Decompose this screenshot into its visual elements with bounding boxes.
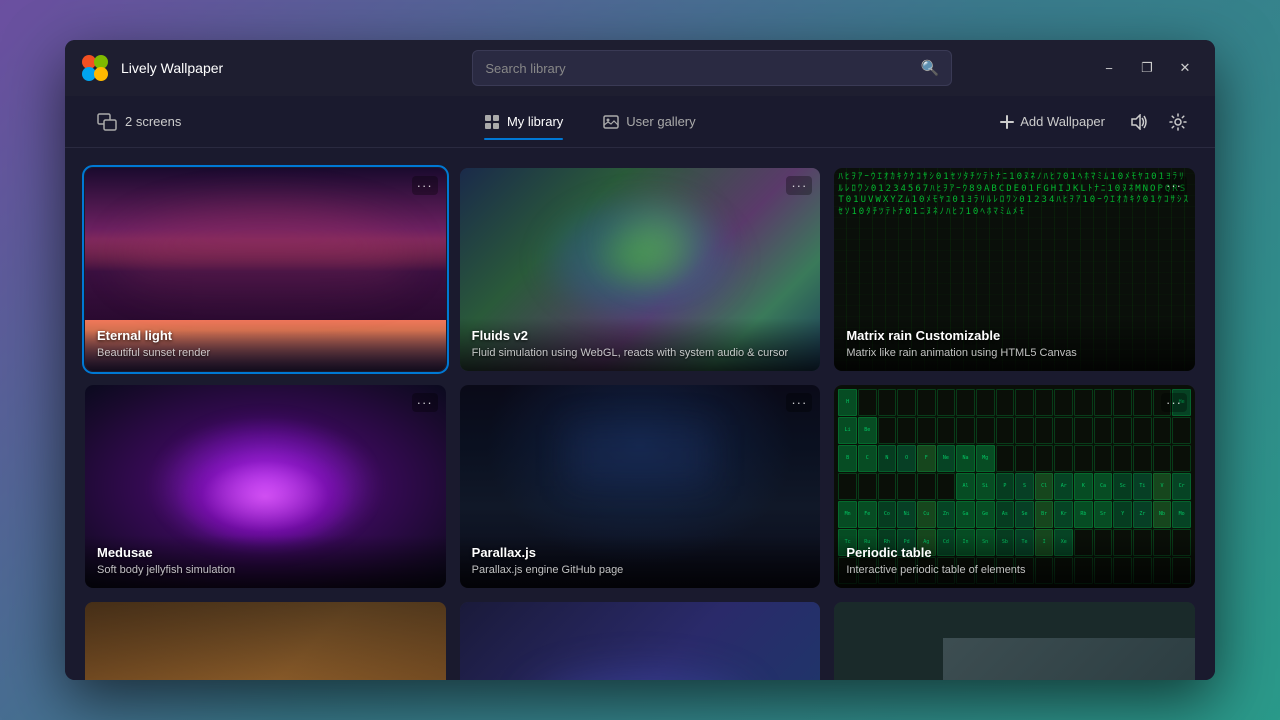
card-info-eternal-light: Eternal light Beautiful sunset render bbox=[85, 318, 446, 371]
card-info-fluids: Fluids v2 Fluid simulation using WebGL, … bbox=[460, 318, 821, 371]
card-title-parallax: Parallax.js bbox=[472, 545, 809, 560]
screens-icon bbox=[97, 113, 117, 131]
app-logo bbox=[81, 54, 109, 82]
search-bar[interactable]: 🔍 bbox=[472, 50, 952, 86]
wallpaper-card-matrix[interactable]: ﾊﾋｦｱｰｳｴｵｶｷｸｹｺｻｼ01ｾｿﾀﾁﾂﾃﾄﾅﾆ10ﾇﾈﾉﾊﾋﾌ01ﾍﾎﾏﾐ… bbox=[834, 168, 1195, 371]
card-desc-periodic: Interactive periodic table of elements bbox=[846, 563, 1183, 578]
wallpaper-card-medusae[interactable]: Medusae Soft body jellyfish simulation ·… bbox=[85, 385, 446, 588]
audio-icon bbox=[1131, 114, 1149, 130]
main-window: Lively Wallpaper 🔍 − ❐ ✕ 2 screens bbox=[65, 40, 1215, 680]
toolbar: 2 screens My library User gallery bbox=[65, 96, 1215, 148]
card-desc-parallax: Parallax.js engine GitHub page bbox=[472, 563, 809, 578]
wallpaper-card-fluids[interactable]: Fluids v2 Fluid simulation using WebGL, … bbox=[460, 168, 821, 371]
wallpaper-card-bottom1[interactable] bbox=[85, 602, 446, 680]
card-info-medusae: Medusae Soft body jellyfish simulation bbox=[85, 535, 446, 588]
wallpaper-card-bottom3[interactable] bbox=[834, 602, 1195, 680]
card-title-matrix: Matrix rain Customizable bbox=[846, 328, 1183, 343]
my-library-icon bbox=[484, 114, 500, 130]
toolbar-actions: Add Wallpaper bbox=[986, 105, 1195, 139]
wallpaper-card-eternal-light[interactable]: Eternal light Beautiful sunset render ··… bbox=[85, 168, 446, 371]
title-bar: Lively Wallpaper 🔍 − ❐ ✕ bbox=[65, 40, 1215, 96]
card-menu-parallax[interactable]: ··· bbox=[786, 393, 812, 412]
tab-my-library[interactable]: My library bbox=[466, 106, 581, 138]
card-info-parallax: Parallax.js Parallax.js engine GitHub pa… bbox=[460, 535, 821, 588]
wallpaper-grid: Eternal light Beautiful sunset render ··… bbox=[85, 168, 1195, 680]
card-info-periodic: Periodic table Interactive periodic tabl… bbox=[834, 535, 1195, 588]
card-title-eternal-light: Eternal light bbox=[97, 328, 434, 343]
add-wallpaper-button[interactable]: Add Wallpaper bbox=[986, 107, 1119, 136]
card-menu-eternal-light[interactable]: ··· bbox=[412, 176, 438, 195]
card-menu-periodic[interactable]: ··· bbox=[1161, 393, 1187, 412]
card-bg-bottom2 bbox=[460, 602, 821, 680]
screens-label: 2 screens bbox=[125, 114, 181, 129]
card-desc-fluids: Fluid simulation using WebGL, reacts wit… bbox=[472, 346, 809, 361]
window-controls: − ❐ ✕ bbox=[1095, 54, 1199, 82]
maximize-button[interactable]: ❐ bbox=[1133, 54, 1161, 82]
app-title: Lively Wallpaper bbox=[121, 60, 223, 76]
my-library-label: My library bbox=[507, 114, 563, 129]
settings-icon bbox=[1169, 113, 1187, 131]
tabs: My library User gallery bbox=[466, 106, 714, 138]
add-icon bbox=[1000, 115, 1014, 129]
card-desc-matrix: Matrix like rain animation using HTML5 C… bbox=[846, 346, 1183, 361]
wallpaper-card-parallax[interactable]: Parallax.js Parallax.js engine GitHub pa… bbox=[460, 385, 821, 588]
wallpaper-card-bottom2[interactable] bbox=[460, 602, 821, 680]
add-wallpaper-label: Add Wallpaper bbox=[1020, 114, 1105, 129]
wallpaper-card-periodic[interactable]: HHeLiBeBCNOFNeNaMgAlSiPSClArKCaScTiVCrMn… bbox=[834, 385, 1195, 588]
search-icon[interactable]: 🔍 bbox=[921, 59, 940, 77]
screens-button[interactable]: 2 screens bbox=[85, 107, 193, 137]
search-input[interactable] bbox=[485, 61, 920, 76]
card-bg-bottom1 bbox=[85, 602, 446, 680]
card-title-medusae: Medusae bbox=[97, 545, 434, 560]
minimize-button[interactable]: − bbox=[1095, 54, 1123, 82]
card-menu-matrix[interactable]: ··· bbox=[1161, 176, 1187, 195]
user-gallery-label: User gallery bbox=[626, 114, 695, 129]
card-title-periodic: Periodic table bbox=[846, 545, 1183, 560]
card-info-matrix: Matrix rain Customizable Matrix like rai… bbox=[834, 318, 1195, 371]
card-menu-fluids[interactable]: ··· bbox=[786, 176, 812, 195]
audio-button[interactable] bbox=[1123, 105, 1157, 139]
card-bg-bottom3 bbox=[834, 602, 1195, 680]
card-title-fluids: Fluids v2 bbox=[472, 328, 809, 343]
close-button[interactable]: ✕ bbox=[1171, 54, 1199, 82]
settings-button[interactable] bbox=[1161, 105, 1195, 139]
tab-user-gallery[interactable]: User gallery bbox=[585, 106, 713, 138]
wallpaper-grid-area: Eternal light Beautiful sunset render ··… bbox=[65, 148, 1215, 680]
user-gallery-icon bbox=[603, 114, 619, 130]
card-menu-medusae[interactable]: ··· bbox=[412, 393, 438, 412]
card-desc-eternal-light: Beautiful sunset render bbox=[97, 346, 434, 361]
card-desc-medusae: Soft body jellyfish simulation bbox=[97, 563, 434, 578]
